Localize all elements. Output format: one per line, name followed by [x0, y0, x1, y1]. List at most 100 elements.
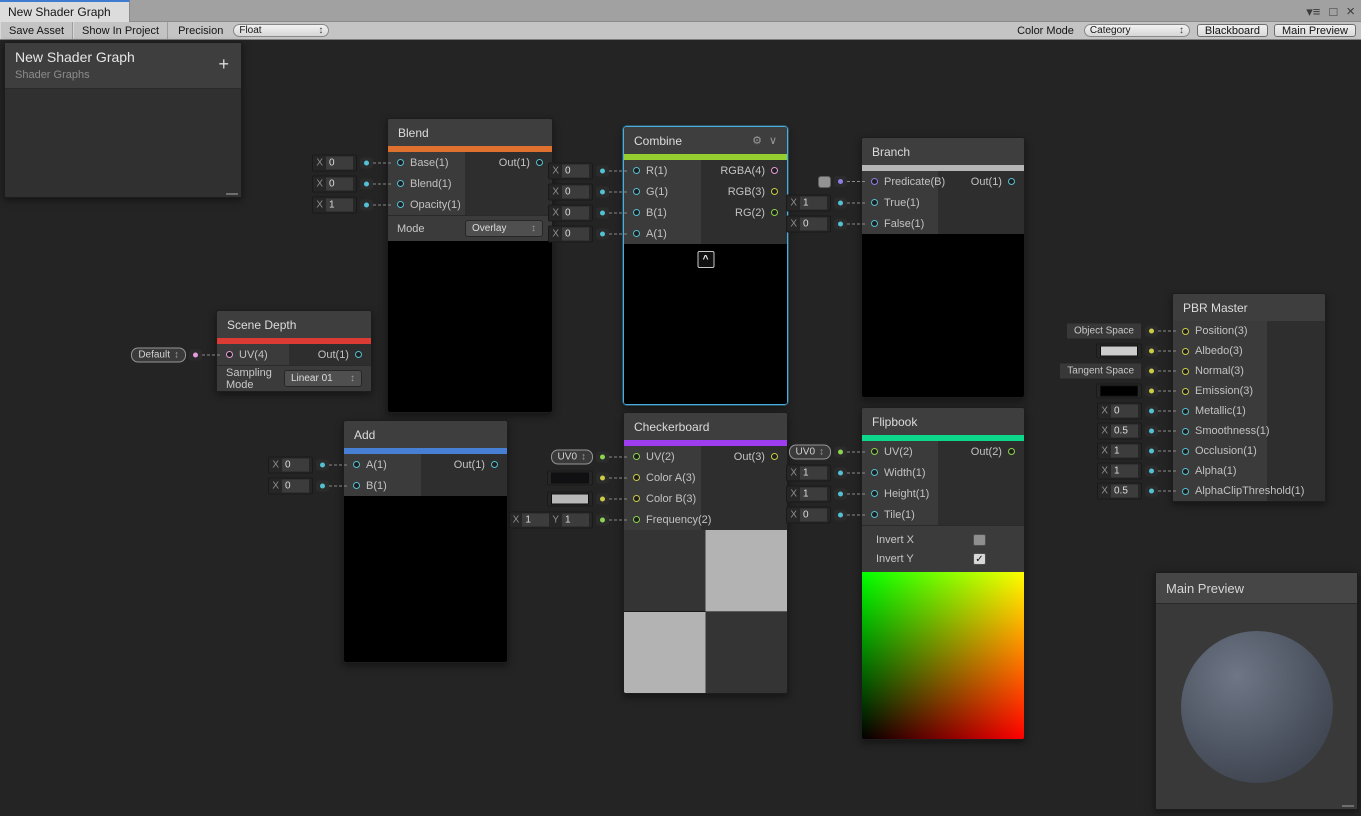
- field-value[interactable]: 1: [800, 196, 827, 209]
- input-port-uv-2-[interactable]: [871, 448, 878, 455]
- input-port-r-1-[interactable]: [633, 167, 640, 174]
- node-add[interactable]: AddX0A(1)X0B(1)Out(1): [343, 420, 508, 663]
- channel-dropdown[interactable]: Default↕: [131, 347, 186, 362]
- field-value[interactable]: 1: [1111, 465, 1138, 478]
- predicate-checkbox[interactable]: [818, 176, 831, 188]
- field-value[interactable]: 0: [282, 458, 309, 471]
- input-port-albedo-3-[interactable]: [1182, 348, 1189, 355]
- input-port-alpha-1-[interactable]: [1182, 468, 1189, 475]
- field-value[interactable]: 0: [326, 156, 353, 169]
- input-port-b-1-[interactable]: [353, 482, 360, 489]
- field-value[interactable]: 0: [1111, 405, 1138, 418]
- option-dropdown[interactable]: Linear 01↕: [284, 370, 362, 387]
- output-port-out-1-[interactable]: [355, 351, 362, 358]
- node-flipbook[interactable]: FlipbookUV0↕UV(2)X1Width(1)X1Height(1)X0…: [861, 407, 1025, 740]
- input-port-normal-3-[interactable]: [1182, 368, 1189, 375]
- value-field[interactable]: X1: [1097, 463, 1142, 480]
- output-port-out-3-[interactable]: [771, 453, 778, 460]
- output-port-out-1-[interactable]: [536, 159, 543, 166]
- output-port-rg-2-[interactable]: [771, 209, 778, 216]
- field-value[interactable]: 1: [800, 466, 827, 479]
- show-in-project-button[interactable]: Show In Project: [73, 22, 168, 39]
- precision-dropdown[interactable]: Float ↕: [233, 24, 329, 37]
- input-port-color-b-3-[interactable]: [633, 495, 640, 502]
- input-port-metallic-1-[interactable]: [1182, 408, 1189, 415]
- input-port-false-1-[interactable]: [871, 220, 878, 227]
- input-port-uv-4-[interactable]: [226, 351, 233, 358]
- value-field[interactable]: X0.5: [1097, 423, 1142, 440]
- main-preview-header[interactable]: Main Preview: [1156, 573, 1357, 604]
- field-value[interactable]: 0: [326, 177, 353, 190]
- node-header-branch[interactable]: Branch: [862, 138, 1024, 165]
- option-dropdown[interactable]: Overlay↕: [465, 220, 543, 237]
- value-field[interactable]: X0: [312, 175, 357, 192]
- node-combine[interactable]: Combine⚙∨X0R(1)X0G(1)X0B(1)X0A(1)RGBA(4)…: [623, 126, 788, 405]
- value-field[interactable]: X0.5: [1097, 483, 1142, 500]
- field-value[interactable]: 0: [562, 185, 589, 198]
- checkbox-invert-x[interactable]: [973, 534, 986, 546]
- input-port-a-1-[interactable]: [633, 230, 640, 237]
- input-port-smoothness-1-[interactable]: [1182, 428, 1189, 435]
- input-port-color-a-3-[interactable]: [633, 474, 640, 481]
- window-menu-icon[interactable]: ▾≡: [1306, 5, 1320, 18]
- field-value[interactable]: 0: [562, 227, 589, 240]
- node-header-scene-depth[interactable]: Scene Depth: [217, 311, 371, 338]
- value-field[interactable]: X0: [548, 162, 593, 179]
- node-header-checkerboard[interactable]: Checkerboard: [624, 413, 787, 440]
- field-value[interactable]: 0: [800, 508, 827, 521]
- field-value[interactable]: 1: [522, 513, 549, 526]
- output-port-out-1-[interactable]: [491, 461, 498, 468]
- checkbox-invert-y[interactable]: ✓: [973, 553, 986, 565]
- input-port-a-1-[interactable]: [353, 461, 360, 468]
- value-field[interactable]: X0: [548, 204, 593, 221]
- output-port-rgb-3-[interactable]: [771, 188, 778, 195]
- value-field[interactable]: X1Y1: [509, 511, 593, 528]
- input-port-predicate-b-[interactable]: [871, 178, 878, 185]
- node-header-combine[interactable]: Combine⚙∨: [624, 127, 787, 154]
- input-port-uv-2-[interactable]: [633, 453, 640, 460]
- input-port-base-1-[interactable]: [397, 159, 404, 166]
- input-port-b-1-[interactable]: [633, 209, 640, 216]
- value-field[interactable]: X0: [548, 183, 593, 200]
- field-value[interactable]: 1: [800, 487, 827, 500]
- field-value[interactable]: 0: [282, 479, 309, 492]
- value-field[interactable]: X1: [312, 196, 357, 213]
- main-preview-toggle-button[interactable]: Main Preview: [1274, 24, 1356, 37]
- field-value[interactable]: 1: [1111, 445, 1138, 458]
- channel-dropdown[interactable]: UV0↕: [789, 444, 831, 459]
- gear-icon[interactable]: ⚙: [752, 134, 762, 147]
- input-port-blend-1-[interactable]: [397, 180, 404, 187]
- node-header-flipbook[interactable]: Flipbook: [862, 408, 1024, 435]
- color-picker[interactable]: [1096, 344, 1142, 359]
- node-scene-depth[interactable]: Scene DepthDefault↕UV(4)Out(1)Sampling M…: [216, 310, 372, 392]
- blackboard-toggle-button[interactable]: Blackboard: [1197, 24, 1268, 37]
- input-port-width-1-[interactable]: [871, 469, 878, 476]
- node-header-add[interactable]: Add: [344, 421, 507, 448]
- chevron-down-icon[interactable]: ∨: [769, 134, 777, 147]
- input-port-occlusion-1-[interactable]: [1182, 448, 1189, 455]
- close-icon[interactable]: ×: [1346, 4, 1355, 19]
- input-port-opacity-1-[interactable]: [397, 201, 404, 208]
- space-selector[interactable]: Object Space: [1066, 323, 1142, 340]
- field-value[interactable]: 0.5: [1111, 485, 1138, 498]
- value-field[interactable]: X1: [786, 464, 831, 481]
- field-value[interactable]: 0: [800, 217, 827, 230]
- input-port-true-1-[interactable]: [871, 199, 878, 206]
- input-port-tile-1-[interactable]: [871, 511, 878, 518]
- value-field[interactable]: X1: [1097, 443, 1142, 460]
- color-mode-dropdown[interactable]: Category ↕: [1084, 24, 1190, 37]
- field-value[interactable]: 1: [326, 198, 353, 211]
- node-pbr-master[interactable]: PBR MasterObject SpacePosition(3)Albedo(…: [1172, 293, 1326, 502]
- value-field[interactable]: X0: [312, 154, 357, 171]
- resize-handle[interactable]: [1342, 803, 1354, 807]
- value-field[interactable]: X0: [1097, 403, 1142, 420]
- node-branch[interactable]: BranchPredicate(B)X1True(1)X0False(1)Out…: [861, 137, 1025, 398]
- input-port-frequency-2-[interactable]: [633, 516, 640, 523]
- node-checkerboard[interactable]: CheckerboardUV0↕UV(2)Color A(3)Color B(3…: [623, 412, 788, 694]
- field-value[interactable]: 1: [562, 513, 589, 526]
- collapse-preview-button[interactable]: ^: [697, 251, 714, 268]
- output-port-out-1-[interactable]: [1008, 178, 1015, 185]
- value-field[interactable]: X0: [548, 225, 593, 242]
- output-port-out-2-[interactable]: [1008, 448, 1015, 455]
- node-header-blend[interactable]: Blend: [388, 119, 552, 146]
